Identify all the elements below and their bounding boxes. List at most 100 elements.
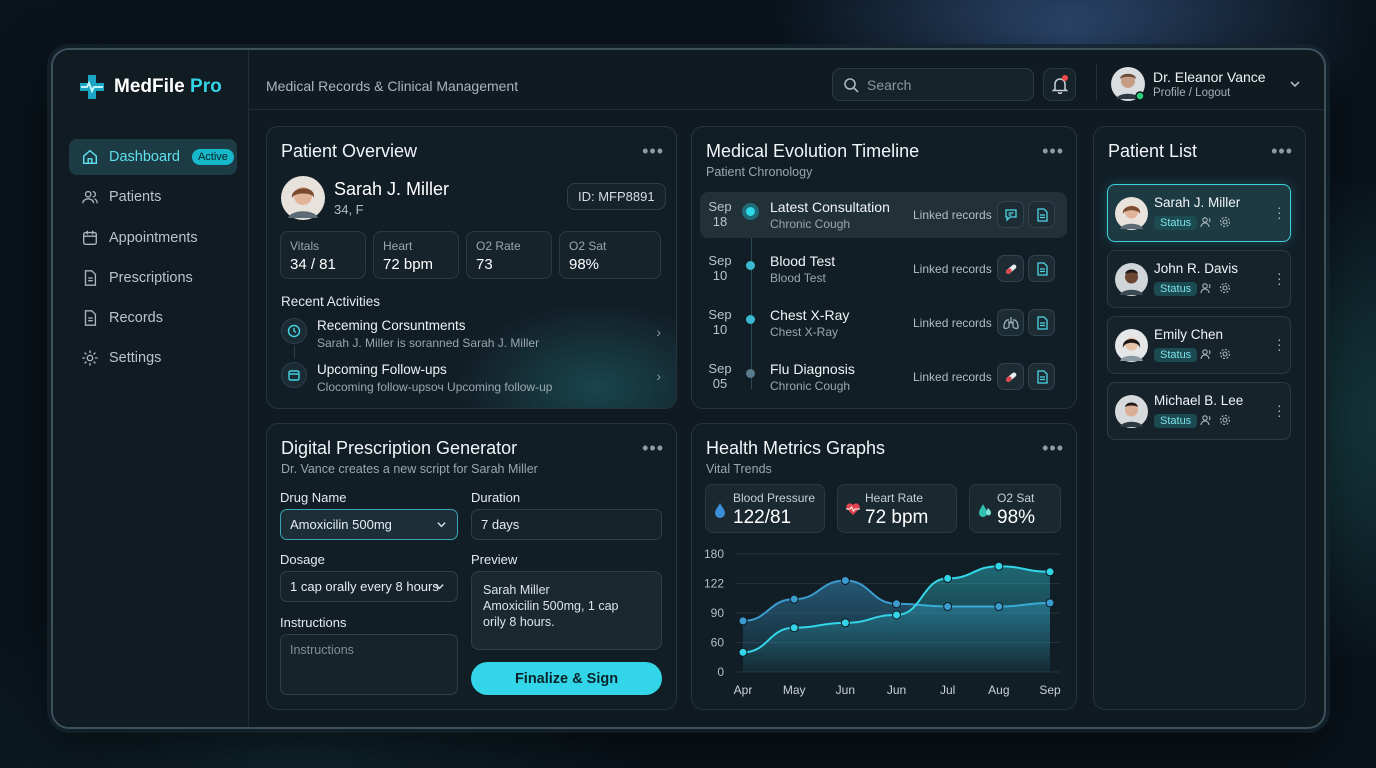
droplet-icon bbox=[715, 503, 725, 518]
status-badge: Status bbox=[1154, 348, 1198, 362]
timeline-card: Medical Evolution Timeline Patient Chron… bbox=[691, 126, 1077, 409]
metric-label: Heart Rate bbox=[865, 491, 924, 505]
lungs-icon[interactable] bbox=[997, 309, 1024, 336]
sidebar-item-dashboard[interactable]: Dashboard Active bbox=[69, 139, 237, 175]
data-point[interactable] bbox=[994, 561, 1004, 571]
more-options-button[interactable]: ••• bbox=[1042, 141, 1064, 162]
chevron-right-icon[interactable]: › bbox=[656, 324, 661, 340]
app-name: MedFile bbox=[114, 76, 185, 97]
vital-card: O2 Rate 73 bbox=[466, 231, 552, 279]
search-box[interactable] bbox=[832, 68, 1034, 101]
event-date: Sep 10 bbox=[708, 307, 732, 337]
data-point[interactable] bbox=[994, 602, 1004, 612]
kebab-menu-icon[interactable]: · · · bbox=[1277, 266, 1282, 290]
chevron-down-icon bbox=[437, 522, 446, 528]
sidebar-item-records[interactable]: Records bbox=[69, 300, 237, 336]
chat-icon[interactable] bbox=[997, 201, 1024, 228]
timeline-dot bbox=[742, 203, 759, 220]
app-logo[interactable]: MedFile Pro bbox=[78, 73, 222, 101]
series-area bbox=[743, 566, 1050, 672]
user-icon bbox=[1200, 283, 1211, 294]
profile-logout-link[interactable]: Profile / Logout bbox=[1153, 87, 1266, 99]
timeline-dot bbox=[746, 369, 755, 378]
sidebar-item-prescriptions[interactable]: Prescriptions bbox=[69, 260, 237, 296]
data-point[interactable] bbox=[892, 610, 901, 620]
metric-card-heart-rate: Heart Rate 72 bpm bbox=[837, 484, 957, 533]
avatar bbox=[1111, 67, 1145, 101]
data-point[interactable] bbox=[1045, 567, 1055, 577]
patient-list-item[interactable]: Michael B. Lee Status · · · bbox=[1107, 382, 1291, 440]
top-bar: Medical Records & Clinical Management Dr… bbox=[249, 50, 1324, 110]
notifications-button[interactable] bbox=[1043, 68, 1076, 101]
data-point[interactable] bbox=[789, 623, 799, 633]
linked-records-label: Linked records bbox=[913, 262, 992, 276]
data-point[interactable] bbox=[943, 573, 953, 583]
card-subtitle: Dr. Vance creates a new script for Sarah… bbox=[281, 462, 538, 476]
instructions-textarea[interactable]: Instructions bbox=[280, 634, 458, 695]
x-tick-label: Sep bbox=[1039, 683, 1061, 697]
more-options-button[interactable]: ••• bbox=[642, 141, 664, 162]
kebab-menu-icon[interactable]: · · · bbox=[1277, 332, 1282, 356]
finalize-sign-button[interactable]: Finalize & Sign bbox=[471, 662, 662, 695]
sidebar-nav: Dashboard Active Patients Appointments P… bbox=[69, 139, 237, 381]
pill-icon[interactable] bbox=[997, 255, 1024, 282]
linked-records-label: Linked records bbox=[913, 208, 992, 222]
chevron-down-icon[interactable] bbox=[1288, 77, 1302, 91]
vital-card: Vitals 34 / 81 bbox=[280, 231, 366, 279]
drug-name-select[interactable]: Amoxicilin 500mg bbox=[280, 509, 458, 540]
patient-list-item[interactable]: Emily Chen Status · · · bbox=[1107, 316, 1291, 374]
event-title: Chest X-Ray bbox=[770, 307, 850, 323]
status-badge: Status bbox=[1154, 216, 1198, 230]
user-menu[interactable]: Dr. Eleanor Vance Profile / Logout bbox=[1111, 67, 1302, 101]
data-point[interactable] bbox=[738, 616, 748, 626]
x-tick-label: Jun bbox=[887, 683, 906, 697]
data-point[interactable] bbox=[943, 602, 953, 612]
data-point[interactable] bbox=[789, 594, 799, 604]
data-point[interactable] bbox=[1045, 598, 1055, 608]
patient-list-item[interactable]: Sarah J. Miller Status · · · bbox=[1107, 184, 1291, 242]
search-input[interactable] bbox=[867, 76, 1017, 93]
sidebar-item-settings[interactable]: Settings bbox=[69, 340, 237, 376]
activity-item[interactable]: Upcoming Follow-ups Clocoming follow-upsо… bbox=[281, 362, 661, 394]
more-options-button[interactable]: ••• bbox=[642, 438, 664, 459]
recent-activities-heading: Recent Activities bbox=[281, 294, 381, 309]
timeline-event[interactable]: Sep 18 Latest Consultation Chronic Cough … bbox=[700, 192, 1067, 238]
document-icon[interactable] bbox=[1028, 363, 1055, 390]
data-point[interactable] bbox=[892, 599, 901, 609]
vital-label: Heart bbox=[383, 239, 413, 253]
timeline-event[interactable]: Sep 05 Flu Diagnosis Chronic Cough Linked… bbox=[700, 354, 1067, 400]
data-point[interactable] bbox=[840, 618, 850, 628]
user-name: Dr. Eleanor Vance bbox=[1153, 69, 1266, 85]
pill-icon[interactable] bbox=[997, 363, 1024, 390]
gear-icon bbox=[82, 350, 98, 367]
notification-dot bbox=[1062, 75, 1068, 81]
document-icon[interactable] bbox=[1028, 255, 1055, 282]
sidebar-item-label: Settings bbox=[109, 350, 162, 367]
more-options-button[interactable]: ••• bbox=[1271, 141, 1293, 162]
metric-value: 122/81 bbox=[733, 507, 792, 528]
vital-label: O2 Sat bbox=[569, 239, 607, 253]
kebab-menu-icon[interactable]: · · · bbox=[1277, 200, 1282, 224]
chevron-right-icon[interactable]: › bbox=[656, 368, 661, 384]
timeline-event[interactable]: Sep 10 Chest X-Ray Chest X-Ray Linked rec… bbox=[700, 300, 1067, 346]
kebab-menu-icon[interactable]: · · · bbox=[1277, 398, 1282, 422]
more-options-button[interactable]: ••• bbox=[1042, 438, 1064, 459]
document-icon[interactable] bbox=[1028, 201, 1055, 228]
sidebar-item-patients[interactable]: Patients bbox=[69, 179, 237, 215]
patient-list-item[interactable]: John R. Davis Status · · · bbox=[1107, 250, 1291, 308]
timeline-event[interactable]: Sep 10 Blood Test Blood Test Linked recor… bbox=[700, 246, 1067, 292]
document-icon bbox=[84, 310, 97, 327]
activity-item[interactable]: Receming Corsuntments Sarah J. Miller is … bbox=[281, 318, 661, 350]
duration-field[interactable]: 7 days bbox=[471, 509, 662, 540]
duration-value: 7 days bbox=[481, 517, 520, 532]
heart-pulse-icon bbox=[846, 503, 860, 515]
gear-icon bbox=[1219, 282, 1231, 294]
sidebar-item-appointments[interactable]: Appointments bbox=[69, 220, 237, 256]
event-title: Latest Consultation bbox=[770, 199, 890, 215]
data-point[interactable] bbox=[840, 575, 850, 585]
health-metrics-card: Health Metrics Graphs Vital Trends ••• B… bbox=[691, 423, 1077, 710]
dosage-select[interactable]: 1 cap orally every 8 hours bbox=[280, 571, 458, 602]
document-icon[interactable] bbox=[1028, 309, 1055, 336]
data-point[interactable] bbox=[738, 647, 748, 657]
y-tick-label: 0 bbox=[717, 665, 724, 679]
